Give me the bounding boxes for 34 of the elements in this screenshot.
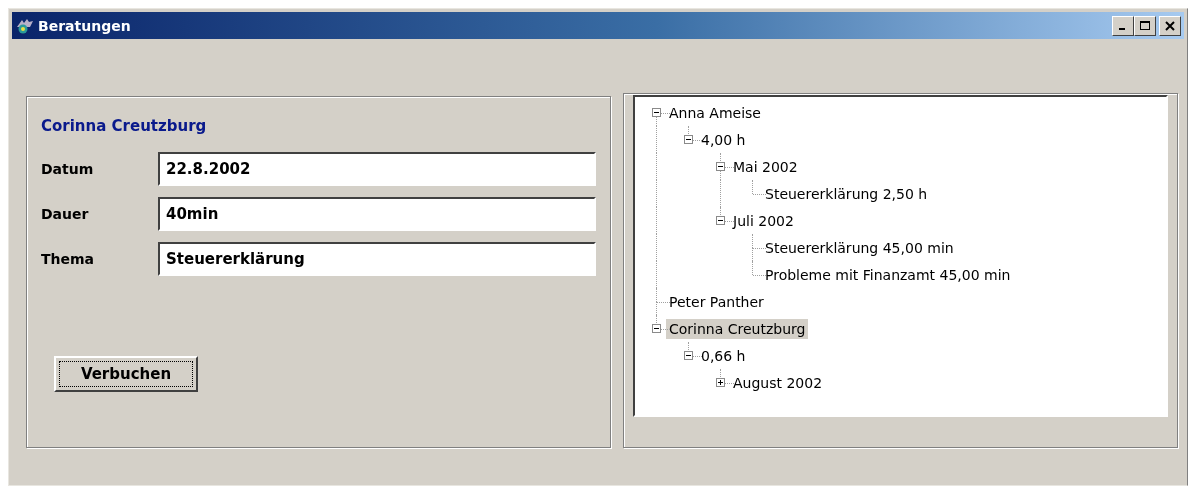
maximize-button[interactable] — [1134, 15, 1156, 36]
app-icon — [16, 17, 34, 34]
collapse-icon[interactable] — [684, 351, 693, 360]
input-field[interactable]: 40min — [158, 197, 596, 231]
field-label: Dauer — [41, 206, 90, 222]
tree-item[interactable]: Peter Panther — [666, 291, 767, 312]
field-label: Thema — [41, 251, 96, 267]
collapse-icon[interactable] — [684, 135, 693, 144]
collapse-icon[interactable] — [652, 108, 661, 117]
tree-item[interactable]: Probleme mit Finanzamt 45,00 min — [762, 264, 1014, 285]
minimize-icon — [1118, 28, 1125, 30]
tree-item[interactable]: Anna Ameise — [666, 102, 764, 123]
input-field[interactable]: 22.8.2002 — [158, 152, 596, 186]
tree-item[interactable]: Corinna Creutzburg — [666, 318, 809, 339]
tree-item[interactable]: Steuererklärung 2,50 h — [762, 183, 931, 204]
client-name: Corinna Creutzburg — [41, 117, 208, 135]
tree-item[interactable]: August 2002 — [730, 372, 826, 393]
tree-item[interactable]: Mai 2002 — [730, 156, 801, 177]
tree-item[interactable]: 4,00 h — [698, 129, 749, 150]
collapse-icon[interactable] — [716, 216, 725, 225]
collapse-icon[interactable] — [716, 162, 725, 171]
input-field[interactable]: Steuererklärung — [158, 242, 596, 276]
window-title: Beratungen — [38, 17, 132, 34]
book-button[interactable]: Verbuchen — [54, 356, 198, 392]
close-button[interactable] — [1159, 15, 1181, 36]
tree-item[interactable]: Juli 2002 — [730, 210, 797, 231]
close-icon — [1165, 20, 1175, 31]
field-label: Datum — [41, 161, 95, 177]
tree-item[interactable]: 0,66 h — [698, 345, 749, 366]
maximize-icon — [1140, 20, 1150, 31]
collapse-icon[interactable] — [652, 324, 661, 333]
tree-item[interactable]: Steuererklärung 45,00 min — [762, 237, 957, 258]
expand-icon[interactable] — [716, 378, 725, 387]
minimize-button[interactable] — [1112, 15, 1134, 36]
